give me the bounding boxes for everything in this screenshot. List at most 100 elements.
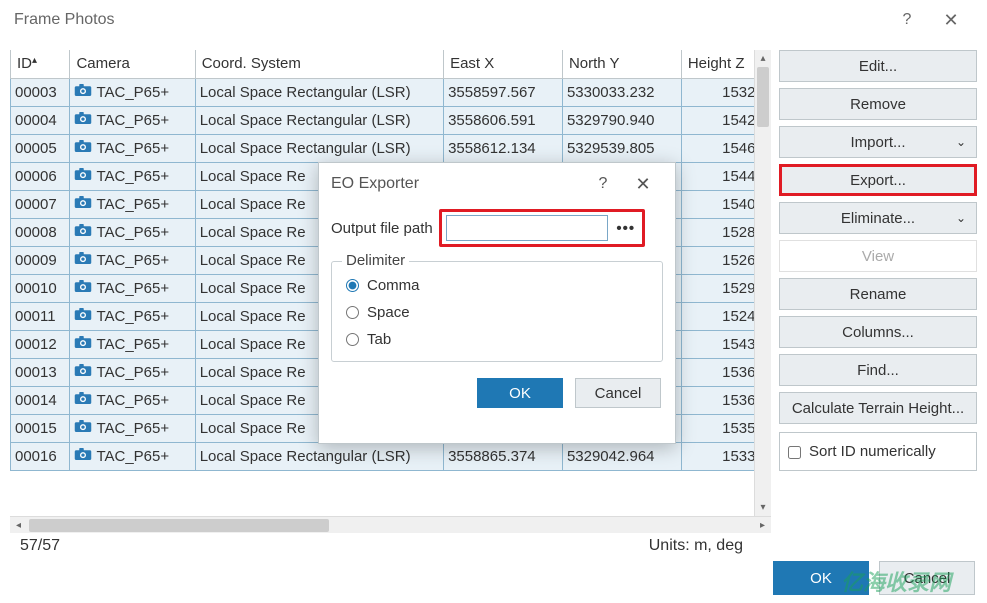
chevron-down-icon: ⌄ [956, 211, 966, 225]
help-button[interactable]: ? [885, 0, 929, 40]
cell-camera: TAC_P65+ [70, 302, 195, 330]
cell-coord: Local Space Rectangular (LSR) [195, 78, 443, 106]
calc-terrain-button[interactable]: Calculate Terrain Height... [779, 392, 977, 424]
edit-button[interactable]: Edit... [779, 50, 977, 82]
camera-icon [74, 307, 92, 325]
ok-button[interactable]: OK [773, 561, 869, 595]
columns-button[interactable]: Columns... [779, 316, 977, 348]
sort-asc-icon: ▴ [32, 55, 37, 66]
cell-coord: Local Space Rectangular (LSR) [195, 442, 443, 470]
camera-icon [74, 111, 92, 129]
dialog-cancel-button[interactable]: Cancel [575, 378, 661, 408]
scroll-thumb[interactable] [757, 67, 769, 127]
cell-id: 00016 [11, 442, 70, 470]
chevron-down-icon: ⌄ [956, 135, 966, 149]
sidebar: Edit... Remove Import...⌄ Export... Elim… [775, 40, 987, 555]
col-camera[interactable]: Camera [70, 50, 195, 78]
sort-id-label: Sort ID numerically [809, 443, 936, 460]
cell-id: 00012 [11, 330, 70, 358]
cell-coord: Local Space Rectangular (LSR) [195, 134, 443, 162]
table-row[interactable]: 00005TAC_P65+Local Space Rectangular (LS… [11, 134, 771, 162]
camera-icon [74, 167, 92, 185]
cell-id: 00011 [11, 302, 70, 330]
cell-eastx: 3558612.134 [444, 134, 563, 162]
col-id[interactable]: ID▴ [11, 50, 70, 78]
cell-eastx: 3558606.591 [444, 106, 563, 134]
cell-northy: 5330033.232 [562, 78, 681, 106]
col-coord[interactable]: Coord. System [195, 50, 443, 78]
camera-icon [74, 391, 92, 409]
cell-id: 00004 [11, 106, 70, 134]
cell-camera: TAC_P65+ [70, 218, 195, 246]
vertical-scrollbar[interactable]: ▴ ▾ [754, 50, 771, 516]
window-title: Frame Photos [14, 11, 885, 29]
delimiter-comma[interactable]: Comma [346, 272, 648, 299]
table-row[interactable]: 00016TAC_P65+Local Space Rectangular (LS… [11, 442, 771, 470]
view-button: View [779, 240, 977, 272]
cell-camera: TAC_P65+ [70, 442, 195, 470]
col-northy[interactable]: North Y [562, 50, 681, 78]
dialog-title: EO Exporter [331, 175, 583, 193]
cell-northy: 5329539.805 [562, 134, 681, 162]
export-button[interactable]: Export... [779, 164, 977, 196]
cell-id: 00005 [11, 134, 70, 162]
close-button[interactable]: ✕ [929, 0, 973, 40]
titlebar: Frame Photos ? ✕ [0, 0, 987, 40]
camera-icon [74, 139, 92, 157]
cell-camera: TAC_P65+ [70, 330, 195, 358]
cell-coord: Local Space Rectangular (LSR) [195, 106, 443, 134]
horizontal-scrollbar[interactable]: ◂ ▸ [10, 516, 771, 533]
scroll-left-icon[interactable]: ◂ [10, 520, 27, 531]
cell-camera: TAC_P65+ [70, 106, 195, 134]
table-row[interactable]: 00004TAC_P65+Local Space Rectangular (LS… [11, 106, 771, 134]
delimiter-tab[interactable]: Tab [346, 326, 648, 353]
camera-icon [74, 83, 92, 101]
cell-id: 00007 [11, 190, 70, 218]
cell-camera: TAC_P65+ [70, 414, 195, 442]
find-button[interactable]: Find... [779, 354, 977, 386]
camera-icon [74, 279, 92, 297]
output-path-input[interactable] [446, 215, 608, 241]
cell-camera: TAC_P65+ [70, 358, 195, 386]
scroll-down-icon[interactable]: ▾ [755, 499, 771, 516]
cell-id: 00006 [11, 162, 70, 190]
table-row[interactable]: 00003TAC_P65+Local Space Rectangular (LS… [11, 78, 771, 106]
browse-button[interactable]: ••• [614, 216, 638, 240]
dialog-ok-button[interactable]: OK [477, 378, 563, 408]
cell-id: 00013 [11, 358, 70, 386]
cell-eastx: 3558597.567 [444, 78, 563, 106]
delimiter-space[interactable]: Space [346, 299, 648, 326]
cell-camera: TAC_P65+ [70, 78, 195, 106]
dialog-close-button[interactable]: ✕ [623, 163, 663, 205]
sort-id-checkbox[interactable]: Sort ID numerically [779, 432, 977, 471]
col-eastx[interactable]: East X [444, 50, 563, 78]
scroll-up-icon[interactable]: ▴ [755, 50, 771, 67]
cell-camera: TAC_P65+ [70, 134, 195, 162]
camera-icon [74, 447, 92, 465]
camera-icon [74, 195, 92, 213]
cell-id: 00010 [11, 274, 70, 302]
status-count: 57/57 [20, 537, 649, 555]
eliminate-button[interactable]: Eliminate...⌄ [779, 202, 977, 234]
camera-icon [74, 251, 92, 269]
cancel-button[interactable]: Cancel [879, 561, 975, 595]
hscroll-thumb[interactable] [29, 519, 329, 532]
cell-northy: 5329042.964 [562, 442, 681, 470]
cell-eastx: 3558865.374 [444, 442, 563, 470]
dialog-help-button[interactable]: ? [583, 163, 623, 205]
cell-camera: TAC_P65+ [70, 190, 195, 218]
camera-icon [74, 363, 92, 381]
import-button[interactable]: Import...⌄ [779, 126, 977, 158]
cell-id: 00008 [11, 218, 70, 246]
sort-id-input[interactable] [788, 446, 801, 459]
cell-camera: TAC_P65+ [70, 162, 195, 190]
delimiter-legend: Delimiter [342, 252, 409, 269]
status-units: Units: m, deg [649, 537, 761, 555]
camera-icon [74, 223, 92, 241]
cell-id: 00003 [11, 78, 70, 106]
rename-button[interactable]: Rename [779, 278, 977, 310]
cell-camera: TAC_P65+ [70, 274, 195, 302]
remove-button[interactable]: Remove [779, 88, 977, 120]
scroll-right-icon[interactable]: ▸ [754, 520, 771, 531]
cell-camera: TAC_P65+ [70, 386, 195, 414]
